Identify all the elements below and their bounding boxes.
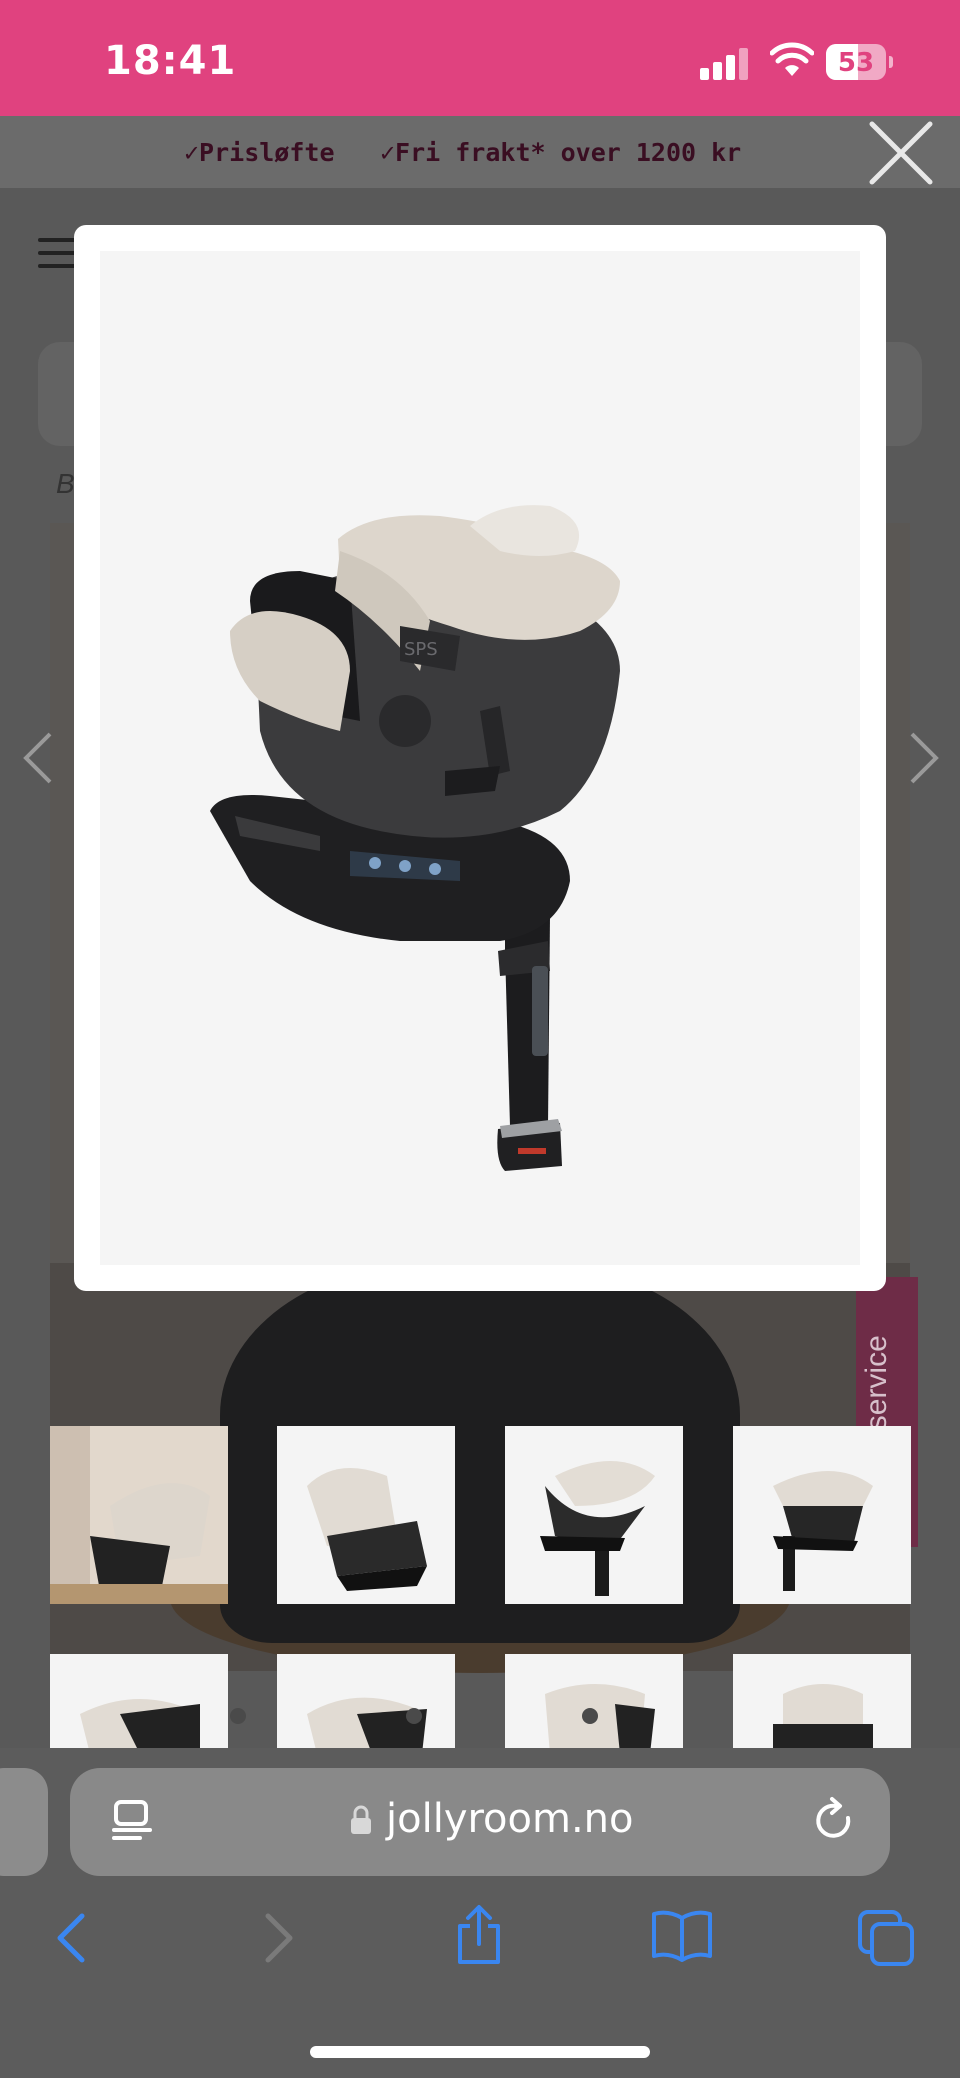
- thumbnail-5[interactable]: [50, 1654, 228, 1754]
- carousel-dots: [230, 1708, 758, 1729]
- close-icon[interactable]: [866, 118, 936, 188]
- battery-icon: 53: [826, 44, 886, 80]
- breadcrumb[interactable]: B: [56, 468, 75, 500]
- svg-text:SPS: SPS: [404, 639, 438, 660]
- thumbnail-3[interactable]: [505, 1426, 683, 1604]
- thumbnail-4[interactable]: [733, 1426, 911, 1604]
- share-icon[interactable]: [452, 1904, 506, 1968]
- bookmarks-icon[interactable]: [650, 1908, 714, 1964]
- image-lightbox: SPS: [74, 225, 886, 1291]
- thumbnail-2[interactable]: [277, 1426, 455, 1604]
- status-time: 18:41: [104, 38, 237, 84]
- previous-image-icon[interactable]: [18, 728, 58, 788]
- thumbnail-7[interactable]: [505, 1654, 683, 1754]
- carousel-dot[interactable]: [230, 1708, 246, 1724]
- battery-level: 53: [837, 48, 875, 78]
- thumbnail-1[interactable]: [50, 1426, 228, 1604]
- next-image-icon[interactable]: [904, 728, 944, 788]
- reload-icon[interactable]: [810, 1796, 858, 1846]
- home-indicator[interactable]: [310, 2046, 650, 2058]
- url-text[interactable]: jollyroom.no: [386, 1796, 634, 1842]
- thumbnail-6[interactable]: [277, 1654, 455, 1754]
- reader-icon[interactable]: [110, 1798, 154, 1844]
- previous-tab[interactable]: [0, 1768, 48, 1876]
- thumbnail-8[interactable]: [733, 1654, 911, 1754]
- car-seat-image: SPS: [100, 251, 860, 1265]
- promo-item-free-shipping: ✓Fri frakt* over 1200 kr: [380, 138, 742, 167]
- back-icon[interactable]: [52, 1908, 92, 1968]
- tabs-icon[interactable]: [856, 1908, 916, 1968]
- signal-icon: [700, 46, 750, 80]
- promo-bar: ✓Prisløfte ✓Fri frakt* over 1200 kr: [0, 116, 960, 188]
- wifi-icon: [770, 42, 814, 76]
- browser-chrome: jollyroom.no: [0, 1748, 960, 2078]
- screen: 18:41 53 ✓Prisløfte ✓Fri frakt* over 120…: [0, 0, 960, 2078]
- address-bar[interactable]: jollyroom.no: [70, 1768, 890, 1876]
- hamburger-menu-icon[interactable]: [38, 238, 78, 277]
- carousel-dot[interactable]: [406, 1708, 422, 1724]
- lock-icon: [351, 1805, 371, 1834]
- forward-icon: [265, 1913, 293, 1963]
- carousel-dot[interactable]: [582, 1708, 598, 1724]
- status-bar: 18:41 53: [0, 0, 960, 116]
- promo-item-price-promise: ✓Prisløfte: [184, 138, 335, 167]
